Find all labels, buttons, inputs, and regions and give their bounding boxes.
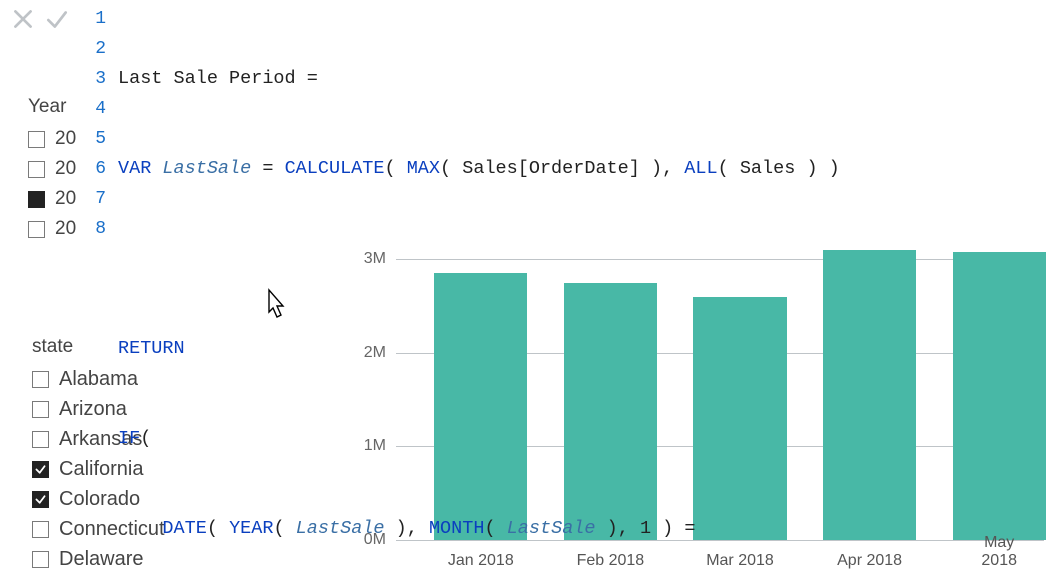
checkbox-icon[interactable] xyxy=(32,521,49,538)
checkbox-icon[interactable] xyxy=(32,401,49,418)
checkbox-icon[interactable] xyxy=(32,551,49,568)
checkbox-icon[interactable] xyxy=(32,431,49,448)
commit-icon[interactable] xyxy=(44,6,70,37)
x-axis-label: May 2018 xyxy=(977,534,1022,570)
pointer-cursor-icon xyxy=(260,288,288,327)
checkbox-icon[interactable] xyxy=(32,461,49,478)
chart-bar[interactable] xyxy=(953,252,1046,540)
measure-name: Last Sale Period xyxy=(118,68,296,89)
line-gutter: 1 2 3 4 5 6 7 8 xyxy=(88,4,106,244)
checkbox-icon[interactable] xyxy=(32,491,49,508)
state-option-label: Arizona xyxy=(59,398,127,421)
cancel-icon[interactable] xyxy=(10,6,36,37)
dax-code[interactable]: Last Sale Period = VAR LastSale = CALCUL… xyxy=(118,4,951,580)
checkbox-icon[interactable] xyxy=(32,371,49,388)
formula-bar[interactable]: 1 2 3 4 5 6 7 8 Last Sale Period = VAR L… xyxy=(0,0,1046,250)
